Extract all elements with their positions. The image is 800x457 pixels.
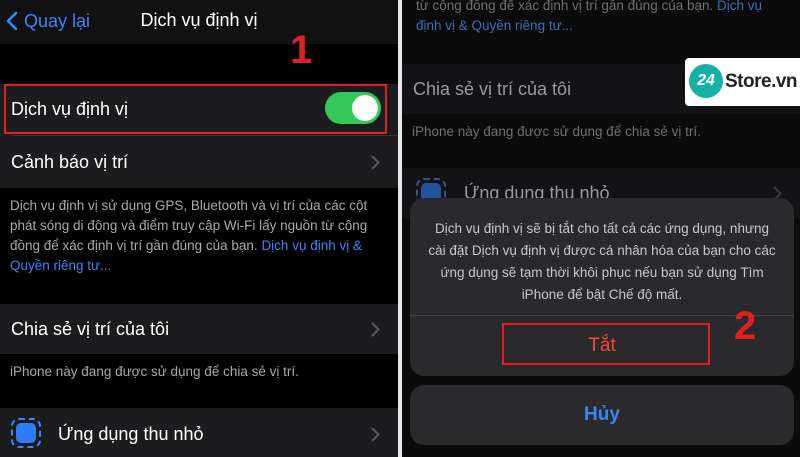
step-marker-1: 1	[290, 28, 313, 72]
share-location-group: Chia sẻ vị trí của tôi	[0, 304, 398, 354]
location-services-description: Dịch vụ định vị sử dụng GPS, Bluetooth v…	[10, 196, 390, 276]
app-row[interactable]: Ứng dụng thu nhỏ	[0, 408, 398, 457]
highlight-box-turn-off	[502, 323, 710, 365]
highlight-box-toggle	[4, 84, 387, 134]
store-logo: 24 Store.vn	[685, 58, 800, 106]
share-location-footer: iPhone này đang được sử dụng để chia sẻ …	[412, 124, 701, 139]
share-location-row[interactable]: Chia sẻ vị trí của tôi	[0, 304, 398, 354]
chevron-right-icon	[371, 322, 380, 336]
step-marker-2: 2	[734, 304, 757, 348]
cancel-button[interactable]: Hủy	[410, 385, 794, 445]
logo-text: Store.vn	[725, 71, 798, 92]
navigation-bar: Quay lại Dịch vụ định vị	[0, 0, 398, 44]
apps-group: Ứng dụng thu nhỏ	[0, 408, 398, 457]
chevron-right-icon	[371, 427, 380, 441]
row-separator	[11, 135, 398, 136]
share-location-label: Chia sẻ vị trí của tôi	[11, 318, 170, 339]
share-location-footer: iPhone này đang được sử dụng để chia sẻ …	[10, 364, 299, 379]
action-sheet-message: Dịch vụ định vị sẽ bị tắt cho tất cả các…	[428, 221, 776, 302]
right-screenshot: từ cộng đồng để xác định vị trí gần đúng…	[402, 0, 800, 457]
left-screenshot: Quay lại Dịch vụ định vị 1 Dịch vụ định …	[0, 0, 398, 457]
share-location-label: Chia sẻ vị trí của tôi	[413, 78, 572, 99]
description-tail: từ cộng đồng để xác định vị trí gần đúng…	[416, 0, 786, 36]
app-label: Ứng dụng thu nhỏ	[58, 423, 204, 444]
location-alerts-label: Cảnh báo vị trí	[11, 152, 129, 172]
description-text: từ cộng đồng để xác định vị trí gần đúng…	[416, 0, 717, 13]
logo-badge: 24	[689, 64, 723, 98]
chevron-right-icon	[371, 155, 380, 170]
page-title: Dịch vụ định vị	[140, 10, 258, 30]
location-alerts-row[interactable]: Cảnh báo vị trí	[0, 137, 398, 188]
app-icon	[11, 418, 41, 448]
